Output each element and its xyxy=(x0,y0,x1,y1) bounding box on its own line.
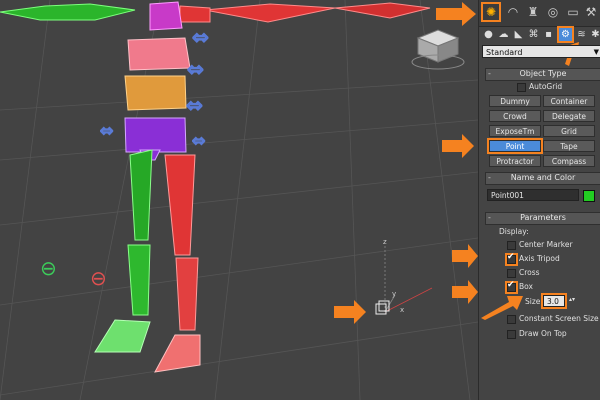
viewport-scene: ⇔ ⇔ ⇔ ⇔ ⇔ ⊖ ⊖ z x y xyxy=(0,0,478,400)
delegate-button[interactable]: Delegate xyxy=(543,110,595,122)
axis-tripod-box xyxy=(505,252,518,266)
right-leg-bones xyxy=(154,154,201,373)
svg-text:⊖: ⊖ xyxy=(90,266,107,290)
create-tab-icon[interactable]: ✺ xyxy=(481,2,501,22)
svg-text:⇔: ⇔ xyxy=(187,57,204,81)
app-root: ⇔ ⇔ ⇔ ⇔ ⇔ ⊖ ⊖ z x y ✺ ◠ ♜ ◎ ▭ ⚒ ● ☁ ◣ ⌘ … xyxy=(0,0,600,400)
axis-label-y: y xyxy=(392,290,396,298)
object-type-header[interactable]: - Object Type xyxy=(485,68,600,81)
cameras-icon[interactable]: ⌘ xyxy=(527,28,540,41)
point-helper-gizmo[interactable]: z x y xyxy=(375,238,433,315)
object-color-swatch[interactable] xyxy=(583,190,595,202)
svg-text:⇔: ⇔ xyxy=(186,93,203,117)
autogrid-checkbox[interactable]: AutoGrid xyxy=(517,82,562,92)
collapse-icon: - xyxy=(488,213,491,222)
lights-icon[interactable]: ◣ xyxy=(512,28,525,41)
name-and-color-header[interactable]: - Name and Color xyxy=(485,172,600,185)
point-button[interactable]: Point xyxy=(487,138,543,154)
compass-button[interactable]: Compass xyxy=(543,155,595,167)
svg-text:⇔: ⇔ xyxy=(100,121,113,140)
viewcube-icon[interactable] xyxy=(411,29,465,70)
object-name-field[interactable]: Point001 xyxy=(487,189,579,201)
protractor-button[interactable]: Protractor xyxy=(489,155,541,167)
hip-controls: ⊖ ⊖ xyxy=(40,256,107,290)
dummy-button[interactable]: Dummy xyxy=(489,95,541,107)
cross-label: Cross xyxy=(519,268,540,277)
shapes-icon[interactable]: ☁ xyxy=(497,28,510,41)
helpers-icon[interactable]: ⚙ xyxy=(557,26,574,43)
viewport-grid xyxy=(0,0,478,400)
size-field[interactable]: 3.0 xyxy=(541,293,567,309)
name-and-color-rollout: - Name and Color Point001 xyxy=(485,172,600,208)
perspective-viewport[interactable]: ⇔ ⇔ ⇔ ⇔ ⇔ ⊖ ⊖ z x y xyxy=(0,0,478,400)
parameters-header[interactable]: - Parameters xyxy=(485,212,600,225)
category-dropdown-value: Standard xyxy=(486,48,523,57)
exposetm-button[interactable]: ExposeTm xyxy=(489,125,541,137)
cross-box xyxy=(507,268,516,278)
command-panel-tabs: ✺ ◠ ♜ ◎ ▭ ⚒ xyxy=(479,0,600,27)
axis-tripod-checkbox[interactable]: Axis Tripod xyxy=(505,252,560,266)
center-marker-checkbox[interactable]: Center Marker xyxy=(507,240,573,250)
axis-tripod-label: Axis Tripod xyxy=(519,254,560,263)
space-warps-icon[interactable]: ≋ xyxy=(575,28,588,41)
modify-tab-icon[interactable]: ◠ xyxy=(503,2,523,22)
tutorial-arrow-size xyxy=(481,296,523,320)
draw-on-top-box xyxy=(507,329,516,339)
systems-icon[interactable]: ✱ xyxy=(589,28,600,41)
container-button[interactable]: Container xyxy=(543,95,595,107)
draw-on-top-checkbox[interactable]: Draw On Top xyxy=(507,329,567,339)
collapse-icon: - xyxy=(488,173,491,182)
display-group-label: Display: xyxy=(499,227,529,236)
category-dropdown[interactable]: Standard ▼ xyxy=(482,45,600,58)
collapse-icon: - xyxy=(488,69,491,78)
object-type-title: Object Type xyxy=(519,69,567,78)
center-marker-label: Center Marker xyxy=(519,240,573,249)
object-type-rollout: - Object Type AutoGrid Dummy Container C… xyxy=(485,68,600,168)
autogrid-box xyxy=(517,82,526,92)
display-tab-icon[interactable]: ▭ xyxy=(563,2,583,22)
axis-label-z: z xyxy=(383,238,387,246)
name-and-color-title: Name and Color xyxy=(510,173,576,182)
size-spinner-icon[interactable]: ▴▾ xyxy=(569,295,575,305)
command-panel: ✺ ◠ ♜ ◎ ▭ ⚒ ● ☁ ◣ ⌘ ▪ ⚙ ≋ ✱ Standard ▼ -… xyxy=(478,0,600,400)
utilities-tab-icon[interactable]: ⚒ xyxy=(581,2,600,22)
motion-tab-icon[interactable]: ◎ xyxy=(543,2,563,22)
center-marker-box xyxy=(507,240,516,250)
grid-button[interactable]: Grid xyxy=(543,125,595,137)
hierarchy-tab-icon[interactable]: ♜ xyxy=(523,2,543,22)
parameters-title: Parameters xyxy=(520,213,566,222)
geometry-icon[interactable]: ● xyxy=(482,28,495,41)
axis-label-x: x xyxy=(400,306,404,314)
camera-icon[interactable]: ▪ xyxy=(542,28,555,41)
draw-on-top-label: Draw On Top xyxy=(519,329,567,338)
arm-bones xyxy=(0,2,431,23)
svg-text:⊖: ⊖ xyxy=(40,256,57,280)
parameters-rollout: - Parameters Display: Center Marker Axis… xyxy=(485,212,600,352)
autogrid-label: AutoGrid xyxy=(529,82,563,91)
tape-button[interactable]: Tape xyxy=(543,140,595,152)
left-leg-bones xyxy=(94,149,153,353)
svg-text:⇔: ⇔ xyxy=(192,25,209,49)
spine-bones xyxy=(124,1,191,161)
chevron-down-icon: ▼ xyxy=(593,48,599,56)
cross-checkbox[interactable]: Cross xyxy=(507,268,540,278)
svg-text:⇔: ⇔ xyxy=(192,131,205,150)
crowd-button[interactable]: Crowd xyxy=(489,110,541,122)
